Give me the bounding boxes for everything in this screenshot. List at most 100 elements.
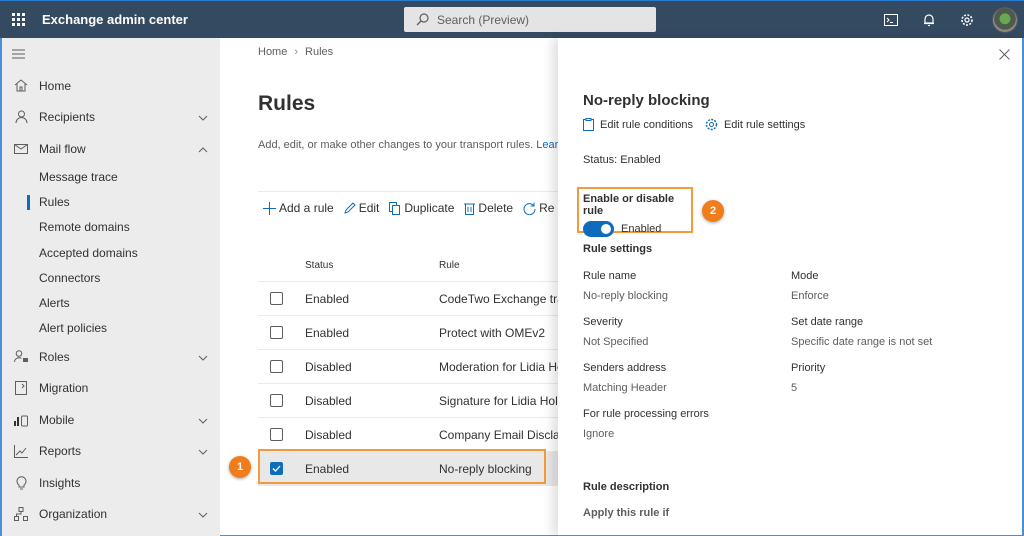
apply-rule-if-text: Apply this rule if bbox=[583, 507, 670, 519]
sidebar-subitem-alert-policies[interactable]: Alert policies bbox=[2, 316, 220, 341]
avatar[interactable] bbox=[992, 7, 1018, 33]
table-row[interactable]: Enabled CodeTwo Exchange tran bbox=[258, 282, 558, 316]
column-header-rule[interactable]: Rule bbox=[439, 260, 558, 271]
sidebar-subitem-label: Rules bbox=[39, 195, 70, 210]
sidebar-item-migration[interactable]: Migration bbox=[2, 372, 220, 404]
chevron-down-icon bbox=[198, 512, 208, 518]
sidebar-item-home[interactable]: Home bbox=[2, 70, 220, 102]
edit-label: Edit bbox=[358, 201, 380, 215]
cloud-shell-button[interactable] bbox=[872, 1, 910, 39]
sidebar-item-reports[interactable]: Reports bbox=[2, 435, 220, 467]
field-senders-address: Senders address Matching Header bbox=[583, 362, 667, 394]
table-row[interactable]: Enabled Protect with OMEv2 bbox=[258, 316, 558, 350]
duplicate-icon bbox=[389, 201, 401, 215]
sidebar-subitem-message-trace[interactable]: Message trace bbox=[2, 165, 220, 190]
toggle-label: Enable or disable rule bbox=[583, 193, 675, 217]
table-row[interactable]: Disabled Company Email Disclaim bbox=[258, 418, 558, 452]
field-label: Set date range bbox=[791, 316, 864, 328]
row-checkbox[interactable] bbox=[270, 394, 283, 407]
sidebar-item-label: Recipients bbox=[39, 110, 96, 125]
duplicate-button[interactable]: Duplicate bbox=[389, 201, 454, 215]
breadcrumb-home[interactable]: Home bbox=[258, 46, 287, 58]
sidebar-subitem-label: Remote domains bbox=[39, 220, 130, 235]
person-icon bbox=[15, 110, 27, 124]
close-panel-button[interactable] bbox=[999, 49, 1010, 63]
column-header-status[interactable]: Status bbox=[305, 260, 439, 271]
sidebar-item-recipients[interactable]: Recipients bbox=[2, 102, 220, 134]
sidebar-item-label: Organization bbox=[39, 507, 108, 522]
sidebar-item-label: Mobile bbox=[39, 412, 75, 427]
annotation-badge-2: 2 bbox=[702, 200, 724, 222]
edit-rule-conditions-button[interactable]: Edit rule conditions bbox=[583, 118, 693, 131]
table-row[interactable]: Disabled Moderation for Lidia Ho bbox=[258, 350, 558, 384]
field-rule-name: Rule name No-reply blocking bbox=[583, 270, 668, 302]
table-row-selected[interactable]: Enabled No-reply blocking bbox=[258, 452, 558, 486]
sidebar-item-insights[interactable]: Insights bbox=[2, 467, 220, 499]
sidebar-item-label: Home bbox=[39, 78, 72, 93]
page-title: Rules bbox=[258, 92, 316, 115]
row-checkbox[interactable] bbox=[270, 292, 283, 305]
field-severity: Severity Not Specified bbox=[583, 316, 648, 348]
rule-status: Status: Enabled bbox=[583, 154, 661, 166]
search-icon bbox=[416, 13, 429, 26]
sidebar-subitem-rules[interactable]: Rules bbox=[2, 190, 220, 215]
chevron-up-icon bbox=[198, 147, 208, 153]
search-input[interactable]: Search (Preview) bbox=[404, 7, 656, 32]
row-checkbox[interactable] bbox=[270, 326, 283, 339]
field-priority: Priority 5 bbox=[791, 362, 825, 394]
sidebar-item-mobile[interactable]: Mobile bbox=[2, 404, 220, 436]
app-launcher-button[interactable] bbox=[0, 1, 36, 39]
settings-button[interactable] bbox=[948, 1, 986, 39]
field-date-range: Set date range Specific date range is no… bbox=[791, 316, 932, 348]
field-label: Severity bbox=[583, 316, 623, 328]
table-row[interactable]: Disabled Signature for Lidia Hollo bbox=[258, 384, 558, 418]
row-rule-name: Protect with OMEv2 bbox=[439, 325, 546, 340]
refresh-button[interactable]: Re bbox=[523, 201, 554, 215]
sidebar-item-mail-flow[interactable]: Mail flow bbox=[2, 133, 220, 165]
chevron-down-icon bbox=[198, 355, 208, 361]
checkmark-icon bbox=[272, 465, 281, 472]
sidebar-item-label: Mail flow bbox=[39, 141, 86, 156]
sidebar-subitem-remote-domains[interactable]: Remote domains bbox=[2, 215, 220, 240]
sidebar-subitem-accepted-domains[interactable]: Accepted domains bbox=[2, 240, 220, 265]
delete-label: Delete bbox=[478, 201, 514, 215]
sidebar-item-organization[interactable]: Organization bbox=[2, 498, 220, 530]
row-checkbox[interactable] bbox=[270, 360, 283, 373]
sidebar-subitem-label: Connectors bbox=[39, 270, 101, 285]
sidebar-item-label: Insights bbox=[39, 475, 81, 490]
gear-icon bbox=[705, 118, 718, 131]
row-status: Enabled bbox=[305, 291, 350, 306]
notifications-button[interactable] bbox=[910, 1, 948, 39]
learn-more-link[interactable]: Lear bbox=[536, 139, 558, 151]
sidebar-subitem-connectors[interactable]: Connectors bbox=[2, 265, 220, 290]
close-icon bbox=[999, 49, 1010, 60]
collapse-nav-button[interactable] bbox=[2, 38, 220, 70]
row-status: Disabled bbox=[305, 359, 352, 374]
waffle-icon bbox=[11, 13, 25, 26]
delete-button[interactable]: Delete bbox=[464, 201, 513, 215]
sidebar-subitem-alerts[interactable]: Alerts bbox=[2, 290, 220, 315]
field-label: For rule processing errors bbox=[583, 408, 709, 420]
field-label: Mode bbox=[791, 270, 819, 282]
plus-icon bbox=[263, 201, 276, 215]
command-divider bbox=[258, 191, 558, 192]
annotation-highlight-toggle: Enable or disable rule Enabled bbox=[577, 187, 693, 237]
refresh-label: Re bbox=[539, 201, 555, 215]
sidebar-subitem-label: Message trace bbox=[39, 170, 118, 185]
top-bar: Exchange admin center Search (Preview) bbox=[0, 0, 1024, 38]
edit-button[interactable]: Edit bbox=[343, 201, 380, 215]
edit-rule-settings-button[interactable]: Edit rule settings bbox=[705, 118, 805, 131]
gear-icon bbox=[961, 14, 973, 26]
row-rule-name: Company Email Disclaim bbox=[439, 427, 558, 442]
panel-actions: Edit rule conditions Edit rule settings bbox=[583, 118, 817, 131]
enable-rule-toggle[interactable] bbox=[583, 221, 614, 237]
duplicate-label: Duplicate bbox=[404, 201, 455, 215]
row-checkbox[interactable] bbox=[270, 428, 283, 441]
add-rule-button[interactable]: Add a rule bbox=[263, 201, 334, 215]
row-checkbox-checked[interactable] bbox=[270, 462, 283, 475]
breadcrumb-separator-icon: › bbox=[294, 46, 299, 58]
sidebar-item-roles[interactable]: Roles bbox=[2, 341, 220, 373]
field-value: Not Specified bbox=[583, 336, 649, 348]
home-icon bbox=[14, 79, 28, 92]
organization-icon bbox=[14, 507, 28, 522]
